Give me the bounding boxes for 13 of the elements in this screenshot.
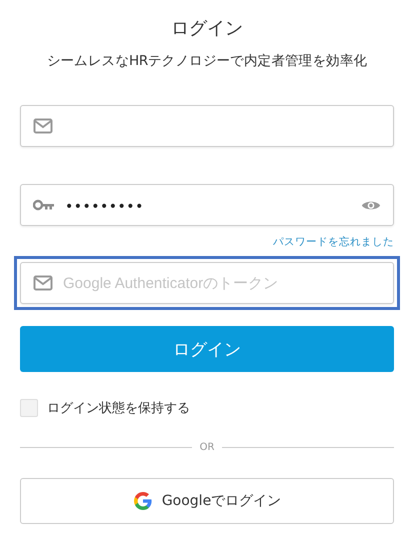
email-field[interactable] (20, 105, 394, 147)
remember-label: ログイン状態を保持する (47, 400, 190, 417)
password-field[interactable]: ••••••••• (20, 184, 394, 226)
google-g-icon (132, 491, 153, 511)
or-label: OR (200, 442, 214, 453)
remember-checkbox[interactable] (20, 399, 38, 417)
google-login-button[interactable]: Googleでログイン (20, 478, 394, 524)
page-title: ログイン (170, 17, 244, 40)
subtitle: シームレスなHRテクノロジーで内定者管理を効率化 (46, 52, 368, 70)
key-icon (33, 199, 55, 211)
password-value: ••••••••• (65, 198, 145, 214)
forgot-password-link[interactable]: パスワードを忘れました (273, 235, 394, 249)
token-field[interactable]: Google Authenticatorのトークン (20, 262, 394, 304)
